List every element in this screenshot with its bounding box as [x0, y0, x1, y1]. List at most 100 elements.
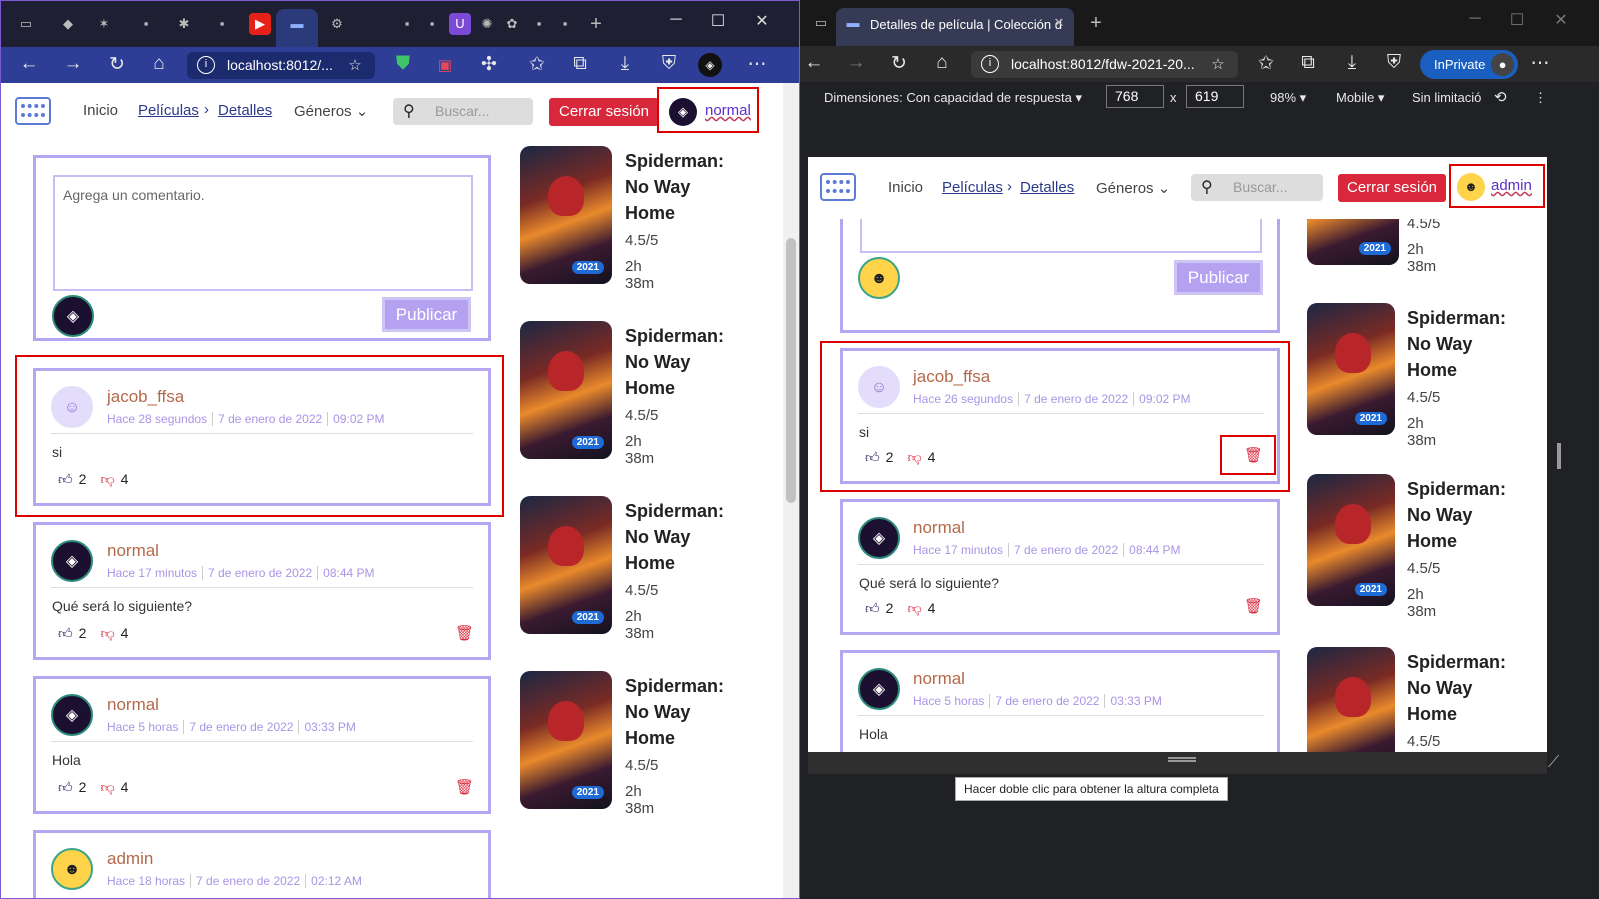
collections-icon[interactable]: ⧉	[1294, 52, 1322, 74]
home-icon[interactable]: ⌂	[928, 52, 956, 74]
publish-button[interactable]: Publicar	[1174, 260, 1263, 295]
new-tab-icon[interactable]: +	[1085, 12, 1107, 34]
nav-generos[interactable]: Géneros ⌄	[294, 102, 368, 120]
thumbs-up-icon[interactable]: 👍︎	[865, 449, 880, 465]
nav-detalles[interactable]: Detalles	[1020, 179, 1074, 196]
favorite-add-icon[interactable]: ☆	[1204, 55, 1232, 73]
tab-favicon-icon[interactable]: ▪	[421, 13, 443, 35]
downloads-icon[interactable]: ⤓	[611, 53, 639, 75]
nav-inicio[interactable]: Inicio	[888, 179, 923, 196]
close-tab-icon[interactable]: ✕	[1048, 12, 1070, 34]
tab-favicon-icon[interactable]: ⚙	[326, 13, 348, 35]
inprivate-badge[interactable]: InPrivate ●	[1420, 50, 1518, 79]
device-type-select[interactable]: Mobile ▾	[1336, 90, 1384, 106]
forward-icon[interactable]: →	[842, 52, 870, 74]
extension-icon[interactable]: ▣	[431, 56, 459, 74]
tab-favicon-icon[interactable]: ✶	[93, 13, 115, 35]
youtube-tab-icon[interactable]: ▶	[249, 13, 271, 35]
profile-icon[interactable]: ◈	[698, 53, 722, 77]
tab-favicon-icon[interactable]: ✺	[476, 13, 498, 35]
comment-author[interactable]: normal	[107, 541, 159, 561]
nav-inicio[interactable]: Inicio	[83, 102, 118, 119]
zoom-select[interactable]: 98% ▾	[1270, 90, 1306, 106]
refresh-icon[interactable]: ↻	[885, 52, 913, 75]
more-icon[interactable]: ⋯	[1526, 52, 1554, 75]
nav-peliculas[interactable]: Películas	[138, 102, 199, 119]
comment-author[interactable]: normal	[913, 669, 965, 689]
dimensions-select[interactable]: Dimensiones: Con capacidad de respuesta …	[824, 90, 1082, 106]
tab-favicon-icon[interactable]: ▪	[554, 13, 576, 35]
comment-textarea[interactable]: Agrega un comentario.	[53, 175, 473, 291]
comment-author[interactable]: normal	[107, 695, 159, 715]
search-input[interactable]: ⚲ Buscar...	[1191, 174, 1323, 201]
logout-button[interactable]: Cerrar sesión	[549, 98, 659, 126]
thumbs-up-icon[interactable]: 👍︎	[58, 779, 73, 795]
new-tab-icon[interactable]: +	[585, 13, 607, 35]
thumbs-down-icon[interactable]: 👎︎	[100, 625, 114, 641]
user-menu[interactable]: ☻ admin	[1449, 164, 1545, 208]
maximize-icon[interactable]: ☐	[1502, 10, 1532, 30]
info-icon[interactable]: i	[197, 56, 215, 74]
shield-icon[interactable]: ⛊	[389, 53, 417, 75]
user-menu[interactable]: ◈ normal	[657, 87, 759, 133]
favorites-icon[interactable]: ✩	[1252, 52, 1280, 75]
more-icon[interactable]: ⋯	[743, 53, 771, 76]
tab-favicon-icon[interactable]: U	[449, 13, 471, 35]
favorite-add-icon[interactable]: ☆	[341, 56, 369, 74]
viewport-resize-handle[interactable]	[808, 752, 1547, 774]
active-tab[interactable]: ▬ Detalles de película | Colección d ✕	[836, 8, 1074, 46]
comment-author[interactable]: admin	[107, 849, 153, 869]
comment-author[interactable]: jacob_ffsa	[107, 387, 184, 407]
extensions-icon[interactable]: ✣	[475, 53, 503, 76]
delete-icon[interactable]: 🗑︎	[1244, 446, 1263, 464]
thumbs-up-icon[interactable]: 👍︎	[865, 600, 880, 616]
security-icon[interactable]: ⛨	[655, 53, 683, 75]
favorites-icon[interactable]: ✩	[523, 53, 551, 76]
tab-favicon-icon[interactable]: ▪	[528, 13, 550, 35]
thumbs-down-icon[interactable]: 👎︎	[100, 779, 114, 795]
nav-peliculas[interactable]: Películas	[942, 179, 1003, 196]
comment-author[interactable]: normal	[913, 518, 965, 538]
delete-icon[interactable]: 🗑︎	[455, 778, 474, 796]
throttle-select[interactable]: Sin limitació	[1412, 90, 1481, 105]
minimize-icon[interactable]: ─	[1460, 10, 1490, 28]
tab-favicon-icon[interactable]: ▪	[396, 13, 418, 35]
tab-actions-icon[interactable]: ▭	[810, 12, 832, 34]
refresh-icon[interactable]: ↻	[103, 53, 131, 76]
site-logo[interactable]	[820, 173, 856, 201]
nav-generos[interactable]: Géneros ⌄	[1096, 179, 1170, 197]
home-icon[interactable]: ⌂	[145, 53, 173, 75]
close-window-icon[interactable]: ✕	[1546, 10, 1576, 30]
side-resize-grip-icon[interactable]	[1557, 443, 1561, 469]
corner-resize-icon[interactable]: ⟋	[1548, 754, 1559, 772]
thumbs-down-icon[interactable]: 👎︎	[907, 600, 921, 616]
back-icon[interactable]: ←	[800, 52, 828, 74]
tab-favicon-icon[interactable]: ✱	[173, 13, 195, 35]
page-scrollbar[interactable]	[783, 83, 799, 898]
devtools-more-icon[interactable]: ⋮	[1534, 90, 1547, 106]
minimize-icon[interactable]: ─	[661, 11, 691, 29]
close-window-icon[interactable]: ✕	[747, 11, 777, 31]
maximize-icon[interactable]: ☐	[703, 11, 733, 31]
thumbs-up-icon[interactable]: 👍︎	[58, 471, 73, 487]
active-tab[interactable]: ▬	[276, 9, 318, 47]
thumbs-down-icon[interactable]: 👎︎	[907, 449, 921, 465]
width-input[interactable]: 768	[1106, 85, 1164, 108]
downloads-icon[interactable]: ⤓	[1338, 52, 1366, 74]
info-icon[interactable]: i	[981, 55, 999, 73]
thumbs-up-icon[interactable]: 👍︎	[58, 625, 73, 641]
tab-actions-icon[interactable]: ▭	[15, 13, 37, 35]
site-logo[interactable]	[15, 97, 51, 125]
security-icon[interactable]: ⛨	[1380, 52, 1408, 74]
tab-favicon-icon[interactable]: ▪	[135, 13, 157, 35]
thumbs-down-icon[interactable]: 👎︎	[100, 471, 114, 487]
tab-favicon-icon[interactable]: ◆	[57, 13, 79, 35]
nav-detalles[interactable]: Detalles	[218, 102, 272, 119]
back-icon[interactable]: ←	[15, 53, 43, 75]
height-input[interactable]: 619	[1186, 85, 1244, 108]
address-bar[interactable]: i localhost:8012/fdw-2021-20...	[971, 51, 1238, 78]
delete-icon[interactable]: 🗑︎	[1244, 597, 1263, 615]
search-input[interactable]: ⚲ Buscar...	[393, 98, 533, 125]
logout-button[interactable]: Cerrar sesión	[1338, 174, 1446, 202]
tab-favicon-icon[interactable]: ✿	[501, 13, 523, 35]
